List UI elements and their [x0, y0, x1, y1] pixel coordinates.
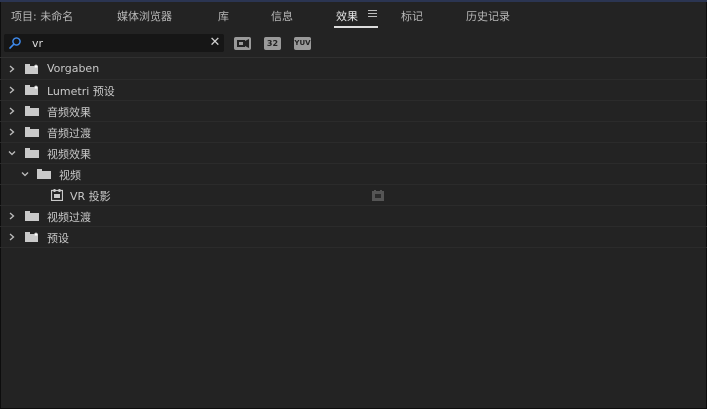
- chevron-right-icon[interactable]: [7, 127, 17, 137]
- chevron-right-icon[interactable]: [7, 64, 17, 74]
- chevron-right-icon[interactable]: [7, 106, 17, 116]
- panel-menu-icon[interactable]: [368, 10, 377, 18]
- tree-row-vorgaben[interactable]: Vorgaben: [0, 59, 707, 80]
- folder-icon: [25, 127, 39, 137]
- chevron-right-icon[interactable]: [7, 232, 17, 242]
- tree-row-lumetri-presets[interactable]: Lumetri 预设: [0, 80, 707, 101]
- search-input[interactable]: [32, 35, 202, 51]
- tree-row-video-effects[interactable]: 视频效果: [0, 143, 707, 164]
- accelerated-effect-icon: [372, 190, 384, 201]
- tree-row-vr-projection[interactable]: VR 投影: [0, 185, 707, 206]
- tree-label: Vorgaben: [47, 62, 100, 75]
- chevron-down-icon[interactable]: [7, 148, 17, 158]
- tree-row-video-transitions[interactable]: 视频过渡: [0, 206, 707, 227]
- tab-media-browser[interactable]: 媒体浏览器: [117, 8, 172, 24]
- tree-row-video[interactable]: 视频: [0, 164, 707, 185]
- tree-row-presets[interactable]: 预设: [0, 227, 707, 248]
- search-icon: [9, 37, 21, 49]
- tab-libraries[interactable]: 库: [218, 8, 229, 24]
- tree-label: VR 投影: [70, 190, 111, 203]
- divider: [0, 57, 707, 58]
- tree-label: 视频过渡: [47, 211, 91, 224]
- tab-markers[interactable]: 标记: [401, 8, 423, 24]
- preset-folder-icon: [25, 85, 38, 95]
- tree-label: 音频过渡: [47, 127, 91, 140]
- accelerated-effects-icon: [237, 39, 249, 48]
- 32-bit-filter-button[interactable]: 32: [264, 37, 281, 50]
- folder-icon: [25, 211, 39, 221]
- active-tab-indicator: [334, 26, 378, 28]
- tab-history[interactable]: 历史记录: [466, 8, 510, 24]
- clear-search-icon[interactable]: ✕: [208, 36, 222, 50]
- tab-effects[interactable]: 效果: [336, 8, 358, 24]
- tab-project[interactable]: 项目: 未命名: [11, 8, 73, 24]
- tree-label: 视频: [59, 169, 81, 182]
- effect-icon: [51, 189, 63, 201]
- tab-info[interactable]: 信息: [271, 8, 293, 24]
- search-row: ✕ 32 YUV: [0, 30, 707, 58]
- tree-label: 预设: [47, 232, 69, 245]
- chevron-right-icon[interactable]: [7, 85, 17, 95]
- panel-tab-bar: 项目: 未命名 媒体浏览器 库 信息 效果 标记 历史记录: [0, 2, 707, 28]
- folder-icon: [37, 169, 51, 179]
- yuv-filter-button[interactable]: YUV: [294, 37, 311, 50]
- chevron-right-icon[interactable]: [7, 211, 17, 221]
- chevron-down-icon[interactable]: [20, 169, 30, 179]
- tree-label: Lumetri 预设: [47, 85, 115, 98]
- preset-folder-icon: [25, 232, 38, 242]
- tree-label: 视频效果: [47, 148, 91, 161]
- tree-label: 音频效果: [47, 106, 91, 119]
- tree-row-audio-effects[interactable]: 音频效果: [0, 101, 707, 122]
- folder-icon: [25, 148, 39, 158]
- search-box[interactable]: ✕: [4, 34, 224, 52]
- effects-tree: Vorgaben Lumetri 预设 音频效果 音频过渡 视频效果 视频 VR…: [0, 59, 707, 248]
- tree-row-audio-transitions[interactable]: 音频过渡: [0, 122, 707, 143]
- folder-icon: [25, 106, 39, 116]
- preset-folder-icon: [25, 64, 38, 74]
- accelerated-effects-filter-button[interactable]: [234, 37, 251, 50]
